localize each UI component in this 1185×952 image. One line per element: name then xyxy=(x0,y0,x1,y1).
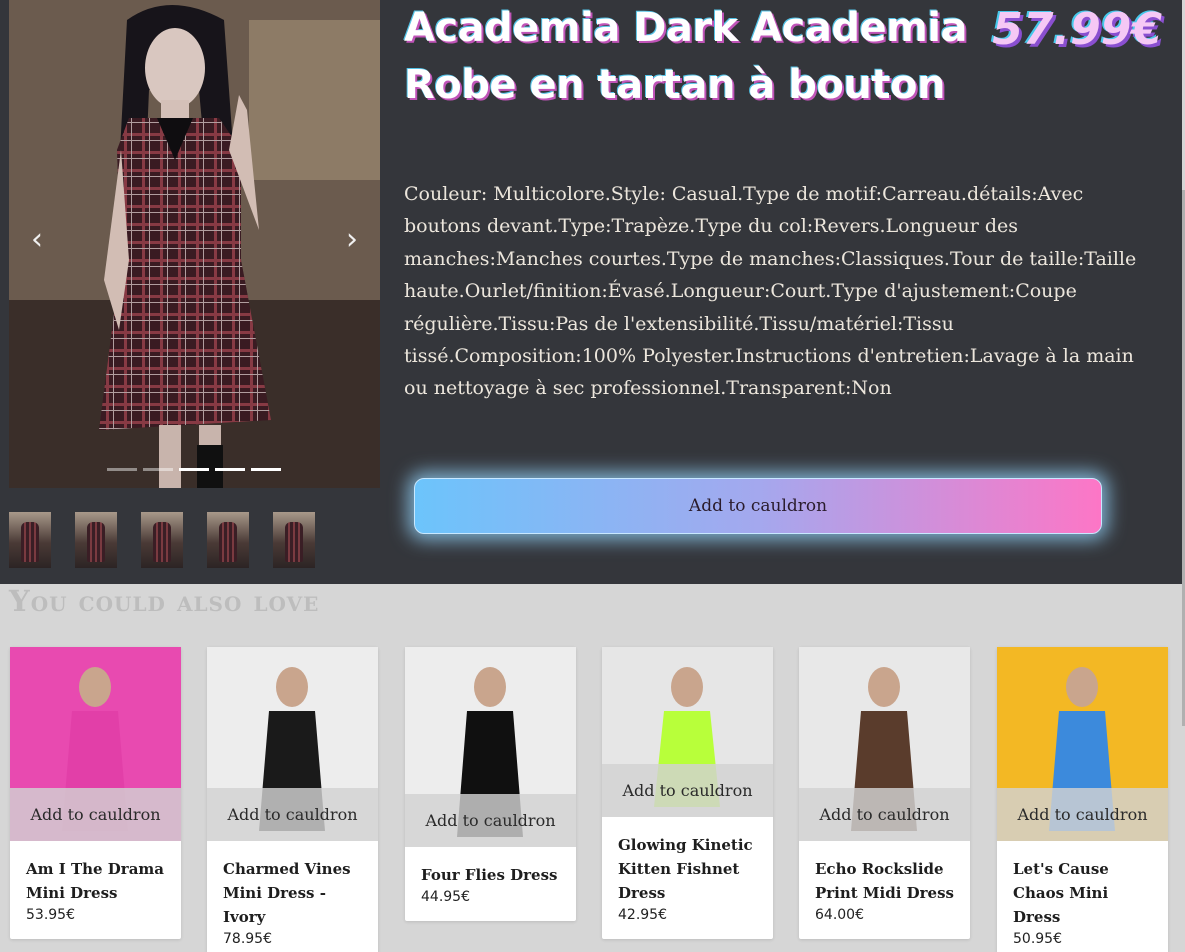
product-card-price: 50.95€ xyxy=(1013,931,1062,947)
product-title: Academia Dark Academia Robe en tartan à … xyxy=(404,5,967,108)
product-card-image[interactable]: Add to cauldron xyxy=(405,647,576,847)
product-card[interactable]: Add to cauldron Four Flies Dress 44.95€ xyxy=(405,647,576,921)
carousel-dot[interactable] xyxy=(215,468,245,471)
thumbnail[interactable] xyxy=(75,512,117,568)
product-card-price: 53.95€ xyxy=(26,907,75,923)
thumbnail[interactable] xyxy=(207,512,249,568)
product-card-name[interactable]: Am I The Drama Mini Dress xyxy=(10,841,181,905)
product-card[interactable]: Add to cauldron Am I The Drama Mini Dress… xyxy=(10,647,181,939)
add-to-cauldron-button[interactable]: Add to cauldron xyxy=(414,478,1102,534)
product-card[interactable]: Add to cauldron Glowing Kinetic Kitten Fi… xyxy=(602,647,773,939)
card-add-to-cauldron-button[interactable]: Add to cauldron xyxy=(405,794,576,847)
product-card-name[interactable]: Charmed Vines Mini Dress - Ivory xyxy=(207,841,378,929)
product-description: Couleur: Multicolore.Style: Casual.Type … xyxy=(404,183,1137,400)
carousel-dot[interactable] xyxy=(251,468,281,471)
related-section-title: You could also love xyxy=(9,584,320,618)
product-card-name[interactable]: Echo Rockslide Print Midi Dress xyxy=(799,841,970,905)
card-add-to-cauldron-button[interactable]: Add to cauldron xyxy=(602,764,773,817)
product-card-image[interactable]: Add to cauldron xyxy=(997,647,1168,841)
carousel-dots xyxy=(107,468,281,471)
product-card-image[interactable]: Add to cauldron xyxy=(10,647,181,841)
card-add-to-cauldron-button[interactable]: Add to cauldron xyxy=(799,788,970,841)
thumbnail[interactable] xyxy=(273,512,315,568)
thumbnail[interactable] xyxy=(141,512,183,568)
product-card-image[interactable]: Add to cauldron xyxy=(602,647,773,817)
product-panel: ‹ › Academia Dark Academia Robe en tarta… xyxy=(0,0,1182,584)
product-card-price: 44.95€ xyxy=(421,889,470,905)
product-price: 57.99€ xyxy=(992,4,1162,55)
product-card[interactable]: Add to cauldron Let's Cause Chaos Mini Dr… xyxy=(997,647,1168,952)
chevron-right-icon[interactable]: › xyxy=(341,222,363,258)
card-add-to-cauldron-button[interactable]: Add to cauldron xyxy=(207,788,378,841)
product-card[interactable]: Add to cauldron Charmed Vines Mini Dress … xyxy=(207,647,378,952)
carousel-dot[interactable] xyxy=(143,468,173,471)
carousel-dot[interactable] xyxy=(107,468,137,471)
product-card-price: 78.95€ xyxy=(223,931,272,947)
carousel-dot[interactable] xyxy=(179,468,209,471)
product-card-image[interactable]: Add to cauldron xyxy=(207,647,378,841)
product-card-name[interactable]: Four Flies Dress xyxy=(405,847,576,887)
product-card-price: 42.95€ xyxy=(618,907,667,923)
chevron-left-icon[interactable]: ‹ xyxy=(26,222,48,258)
product-card-image[interactable]: Add to cauldron xyxy=(799,647,970,841)
product-image-carousel[interactable]: ‹ › xyxy=(9,0,380,488)
thumbnail[interactable] xyxy=(9,512,51,568)
product-card-price: 64.00€ xyxy=(815,907,864,923)
thumbnail-strip xyxy=(9,512,315,568)
product-photo xyxy=(9,0,380,488)
card-add-to-cauldron-button[interactable]: Add to cauldron xyxy=(10,788,181,841)
product-card-name[interactable]: Glowing Kinetic Kitten Fishnet Dress xyxy=(602,817,773,905)
product-card[interactable]: Add to cauldron Echo Rockslide Print Midi… xyxy=(799,647,970,939)
card-add-to-cauldron-button[interactable]: Add to cauldron xyxy=(997,788,1168,841)
product-card-name[interactable]: Let's Cause Chaos Mini Dress xyxy=(997,841,1168,929)
